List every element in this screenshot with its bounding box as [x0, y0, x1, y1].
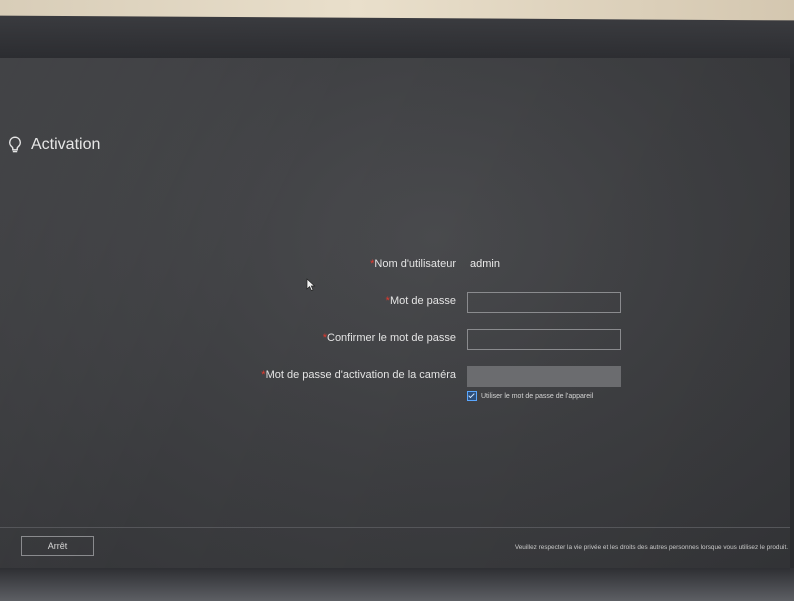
camera-password-label: *Mot de passe d'activation de la caméra [261, 369, 456, 381]
use-device-password-option[interactable]: Utiliser le mot de passe de l'appareil [467, 391, 593, 401]
username-row: *Nom d'utilisateur admin [0, 255, 790, 277]
username-label: *Nom d'utilisateur [370, 258, 456, 270]
password-row: *Mot de passe [0, 292, 790, 314]
use-device-password-checkbox[interactable] [467, 391, 477, 401]
password-label-text: Mot de passe [389, 295, 456, 307]
username-label-text: Nom d'utilisateur [374, 258, 456, 270]
page-header: Activation [8, 136, 100, 154]
monitor-bezel-bottom [0, 568, 794, 601]
username-value: admin [470, 258, 500, 270]
confirm-password-input[interactable] [467, 329, 621, 350]
page-title: Activation [31, 136, 101, 153]
confirm-password-label-text: Confirmer le mot de passe [327, 332, 456, 344]
password-label: *Mot de passe [386, 295, 456, 307]
mouse-cursor-icon [306, 278, 316, 292]
stop-button[interactable]: Arrêt [21, 536, 94, 556]
privacy-notice: Veuillez respecter la vie privée et les … [514, 544, 788, 551]
footer-divider [0, 527, 790, 528]
confirm-password-row: *Confirmer le mot de passe [0, 329, 790, 351]
use-device-password-label: Utiliser le mot de passe de l'appareil [481, 392, 594, 400]
camera-password-row: *Mot de passe d'activation de la caméra [0, 366, 790, 388]
activation-screen [0, 58, 790, 570]
password-input[interactable] [467, 292, 621, 313]
lightbulb-icon [9, 136, 21, 153]
camera-password-label-text: Mot de passe d'activation de la caméra [265, 369, 456, 381]
camera-password-input [467, 366, 621, 387]
confirm-password-label: *Confirmer le mot de passe [323, 332, 456, 344]
